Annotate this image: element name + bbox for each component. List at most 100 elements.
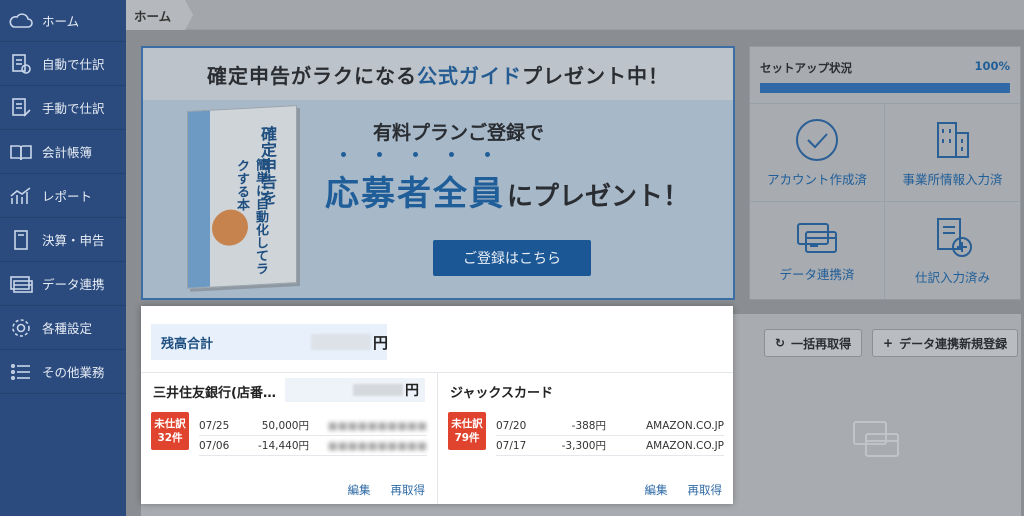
balance-total-amount-masked	[311, 334, 371, 350]
manual-journal-icon	[8, 95, 34, 121]
headline-text: 確定申告がラクになる	[207, 63, 417, 88]
sidebar: ホーム 自動で仕訳 手動で仕訳 会計帳簿 レポート 決算・申告 データ連携 各種…	[0, 0, 126, 516]
setup-item-office[interactable]: 事業所情報入力済	[885, 103, 1020, 201]
document-icon	[8, 227, 34, 253]
balance-total-label: 残高合計	[161, 336, 214, 352]
setup-item-label: アカウント作成済	[766, 172, 867, 187]
banner-body: 確定申告を 簡単に自動化してラクする本 有料プランご登録で 応募者全員 にプレゼ…	[143, 100, 733, 298]
guide-book-image: 確定申告を 簡単に自動化してラクする本	[187, 105, 297, 289]
unjournaled-badge[interactable]: 未仕訳 79件	[448, 412, 486, 450]
sidebar-item-label: 自動で仕訳	[42, 57, 105, 72]
setup-item-label: 事業所情報入力済	[902, 172, 1003, 187]
sidebar-item-label: ホーム	[42, 14, 80, 29]
headline-highlight: 公式ガイド	[417, 63, 522, 88]
setup-item-label: データ連携済	[779, 267, 855, 282]
accounts-card: 残高合計 円 三井住友銀行(店番… 円 未仕訳 32件 07/25 50,000…	[141, 306, 733, 504]
refetch-link[interactable]: 再取得	[688, 482, 723, 498]
refetch-link[interactable]: 再取得	[391, 482, 426, 498]
sidebar-item-label: 手動で仕訳	[42, 101, 105, 116]
headline-text: プレゼント中！	[522, 63, 669, 88]
transaction-row: 07/20 -388円 AMAZON.CO.JP	[496, 416, 724, 436]
setup-percent: 100%	[974, 59, 1010, 73]
account-balance: 円	[285, 378, 425, 402]
tx-amount: -3,300円	[561, 440, 606, 452]
chart-icon	[8, 183, 34, 209]
setup-progress-fill	[760, 83, 1010, 93]
sidebar-item-settings[interactable]: 各種設定	[0, 306, 126, 350]
badge-label: 未仕訳	[451, 418, 483, 430]
setup-item-label: 仕訳入力済み	[914, 270, 990, 285]
banner-headline: 確定申告がラクになる 公式ガイド プレゼント中！	[143, 48, 733, 100]
tx-memo-masked: ■■■■■■■■■■	[327, 419, 427, 432]
register-button[interactable]: ご登録はこちら	[433, 240, 591, 276]
promo-emphasis: 応募者全員	[325, 152, 505, 215]
sidebar-item-ledger[interactable]: 会計帳簿	[0, 130, 126, 174]
transaction-row: 07/17 -3,300円 AMAZON.CO.JP	[496, 436, 724, 456]
promo-emphasis-text: 応募者全員	[325, 174, 505, 214]
setup-label: セットアップ状況	[760, 61, 852, 75]
sidebar-item-other[interactable]: その他業務	[0, 350, 126, 394]
tx-amount: -388円	[571, 420, 606, 432]
plus-icon: +	[883, 336, 894, 350]
promo-line-1: 有料プランご登録で	[373, 122, 545, 144]
auto-journal-icon	[8, 51, 34, 77]
card-icon	[8, 271, 34, 297]
sidebar-item-label: データ連携	[42, 277, 105, 292]
cloud-mf-icon	[8, 8, 34, 34]
tx-date: 07/17	[496, 439, 527, 452]
setup-item-journal[interactable]: 仕訳入力済み	[885, 201, 1020, 299]
cards-icon	[797, 223, 837, 253]
tx-amount: -14,440円	[257, 440, 309, 452]
tx-date: 07/25	[199, 419, 230, 432]
tx-amount: 50,000円	[261, 420, 309, 432]
account-balance-masked	[353, 384, 403, 396]
sidebar-item-manual-journal[interactable]: 手動で仕訳	[0, 86, 126, 130]
emphasis-dots	[325, 152, 505, 157]
sidebar-item-settlement[interactable]: 決算・申告	[0, 218, 126, 262]
sidebar-item-auto-journal[interactable]: 自動で仕訳	[0, 42, 126, 86]
doc-plus-icon	[936, 218, 972, 257]
badge-count: 32件	[157, 432, 183, 444]
cards-placeholder-icon	[853, 421, 899, 457]
building-icon	[936, 122, 969, 158]
setup-item-account[interactable]: アカウント作成済	[750, 103, 885, 201]
sidebar-item-label: レポート	[42, 189, 93, 204]
setup-grid: アカウント作成済 事業所情報入力済 データ連携済 仕訳入力済み	[750, 103, 1020, 299]
account-name[interactable]: ジャックスカード	[450, 382, 580, 401]
balance-total: 残高合計 円	[151, 324, 389, 360]
account-panel-jaccs: ジャックスカード 未仕訳 79件 07/20 -388円 AMAZON.CO.J…	[438, 372, 734, 504]
sidebar-item-home[interactable]: ホーム	[0, 0, 126, 42]
new-data-link-button[interactable]: + データ連携新規登録	[872, 329, 1019, 357]
book-icon	[8, 139, 34, 165]
tx-memo: AMAZON.CO.JP	[645, 419, 724, 432]
sidebar-item-report[interactable]: レポート	[0, 174, 126, 218]
account-name[interactable]: 三井住友銀行(店番…	[153, 382, 283, 401]
setup-item-data-link[interactable]: データ連携済	[750, 201, 885, 299]
sidebar-item-label: 各種設定	[42, 321, 93, 336]
tx-memo-masked: ■■■■■■■■■■	[327, 439, 427, 452]
account-actions: 編集 再取得	[348, 482, 426, 498]
book-spine	[188, 110, 210, 288]
sidebar-item-label: 決算・申告	[42, 233, 105, 248]
sidebar-item-label: その他業務	[42, 365, 105, 380]
breadcrumb-bar: ホーム	[126, 0, 1024, 30]
list-icon	[8, 359, 34, 385]
breadcrumb[interactable]: ホーム	[126, 0, 194, 30]
unjournaled-badge[interactable]: 未仕訳 32件	[151, 412, 189, 450]
edit-link[interactable]: 編集	[645, 482, 668, 498]
badge-count: 79件	[454, 432, 480, 444]
promo-banner[interactable]: 確定申告がラクになる 公式ガイド プレゼント中！ 確定申告を 簡単に自動化してラクす…	[141, 46, 735, 300]
tx-date: 07/20	[496, 419, 527, 432]
refresh-icon: ↻	[775, 336, 786, 350]
sidebar-item-label: 会計帳簿	[42, 145, 93, 160]
transaction-row: 07/06 -14,440円 ■■■■■■■■■■	[199, 436, 427, 456]
refresh-all-button[interactable]: ↻ 一括再取得	[764, 329, 863, 357]
refresh-all-label: 一括再取得	[791, 336, 852, 351]
edit-link[interactable]: 編集	[348, 482, 371, 498]
yen-unit: 円	[373, 334, 389, 352]
promo-line-2: 応募者全員 にプレゼント！	[325, 152, 690, 215]
transaction-row: 07/25 50,000円 ■■■■■■■■■■	[199, 416, 427, 436]
promo-line-2-rest: にプレゼント！	[507, 182, 690, 212]
sidebar-item-data-link[interactable]: データ連携	[0, 262, 126, 306]
setup-status-panel: セットアップ状況 100% アカウント作成済 事業所情報入力済 データ連携済 仕…	[749, 46, 1021, 300]
